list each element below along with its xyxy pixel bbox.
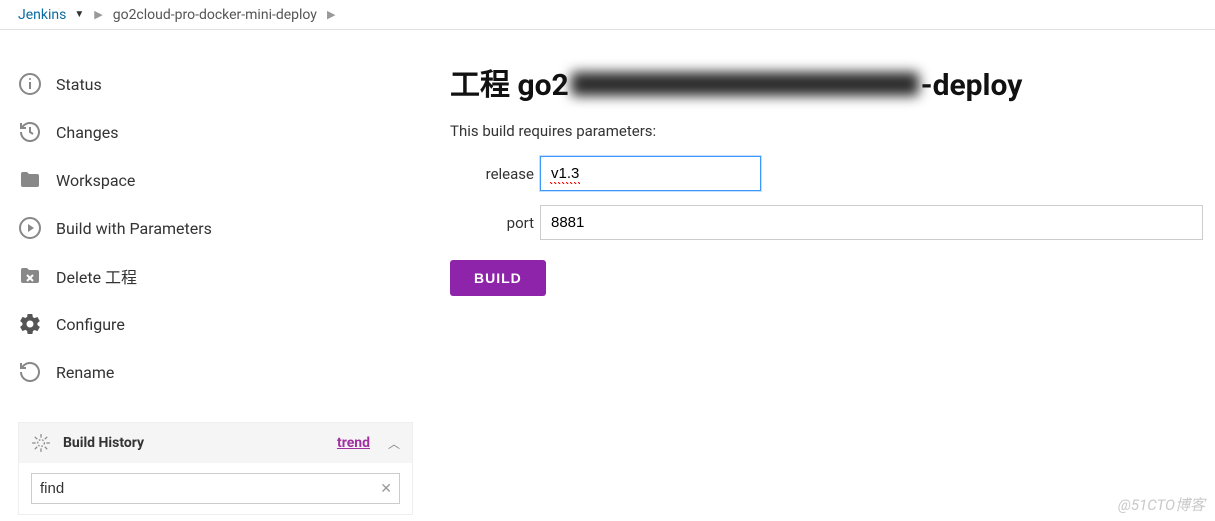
sidebar-item-status[interactable]: Status	[18, 60, 430, 108]
history-icon	[18, 120, 42, 144]
clear-icon[interactable]: ✕	[380, 481, 392, 497]
sidebar-item-configure[interactable]: Configure	[18, 300, 430, 348]
page-title: 工程 go2 -deploy	[450, 60, 1203, 104]
sidebar-item-label: Configure	[56, 315, 125, 334]
build-history-panel: Build History trend ︿ ✕	[18, 422, 413, 515]
main-content: 工程 go2 -deploy This build requires parame…	[430, 60, 1215, 515]
breadcrumb-job-name[interactable]: go2cloud-pro-docker-mini-deploy	[113, 7, 317, 23]
requires-parameters-message: This build requires parameters:	[450, 122, 1203, 140]
trend-link[interactable]: trend	[337, 435, 370, 451]
chevron-up-icon[interactable]: ︿	[388, 435, 400, 452]
sidebar-item-label: Delete 工程	[56, 264, 137, 288]
rename-icon	[18, 360, 42, 384]
sidebar-item-label: Rename	[56, 363, 114, 382]
build-history-header: Build History trend ︿	[19, 423, 412, 463]
caret-down-icon[interactable]: ▼	[74, 9, 84, 20]
sidebar-item-delete-project[interactable]: Delete 工程	[18, 252, 430, 300]
sidebar-item-label: Workspace	[56, 171, 135, 190]
sidebar-item-rename[interactable]: Rename	[18, 348, 430, 396]
info-icon	[18, 72, 42, 96]
breadcrumb-root-link[interactable]: Jenkins	[18, 7, 66, 23]
param-row-port: port	[450, 205, 1203, 240]
folder-delete-icon	[18, 264, 42, 288]
sidebar-item-label: Build with Parameters	[56, 219, 212, 238]
build-history-title: Build History	[63, 435, 325, 451]
sidebar: Status Changes Workspace Build with Para…	[0, 60, 430, 515]
breadcrumb: Jenkins ▼ ▶ go2cloud-pro-docker-mini-dep…	[0, 0, 1215, 30]
sidebar-item-build-with-parameters[interactable]: Build with Parameters	[18, 204, 430, 252]
folder-icon	[18, 168, 42, 192]
play-icon	[18, 216, 42, 240]
sidebar-item-workspace[interactable]: Workspace	[18, 156, 430, 204]
build-button[interactable]: BUILD	[450, 260, 546, 296]
sidebar-item-changes[interactable]: Changes	[18, 108, 430, 156]
build-history-search-input[interactable]	[31, 473, 400, 504]
param-label: port	[450, 214, 540, 232]
release-input[interactable]	[540, 156, 761, 191]
breadcrumb-separator-icon: ▶	[323, 8, 339, 21]
breadcrumb-separator-icon: ▶	[90, 8, 106, 21]
port-input[interactable]	[540, 205, 1203, 240]
param-row-release: release	[450, 156, 1203, 191]
param-label: release	[450, 165, 540, 183]
gear-icon	[18, 312, 42, 336]
sidebar-item-label: Status	[56, 75, 102, 94]
title-prefix: 工程 go2	[450, 68, 569, 103]
build-history-search-wrap: ✕	[19, 463, 412, 514]
sidebar-item-label: Changes	[56, 123, 119, 142]
sun-icon	[31, 433, 51, 453]
redacted-title-segment	[571, 72, 919, 96]
title-suffix: -deploy	[921, 68, 1023, 103]
